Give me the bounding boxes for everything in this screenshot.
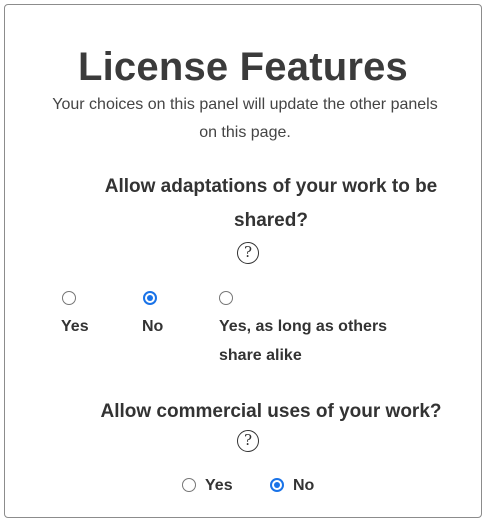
adaptations-share-alike-radio[interactable]	[219, 291, 233, 305]
commercial-yes-radio[interactable]	[182, 478, 196, 492]
panel-subtitle: Your choices on this panel will update t…	[52, 96, 438, 141]
adaptations-no-label[interactable]: No	[142, 312, 163, 341]
commercial-help-icon[interactable]: ?	[237, 430, 259, 452]
commercial-question: Allow commercial uses of your work?	[100, 401, 442, 422]
adaptations-yes-label[interactable]: Yes	[61, 312, 89, 341]
commercial-no-label[interactable]: No	[293, 471, 314, 500]
panel-title: License Features	[77, 45, 409, 89]
adaptations-share-alike-label[interactable]: Yes, as long as others share alike	[219, 312, 419, 370]
adaptations-yes-radio[interactable]	[62, 291, 76, 305]
adaptations-no-radio[interactable]	[143, 291, 157, 305]
adaptations-question: Allow adaptations of your work to be sha…	[104, 176, 438, 231]
license-features-panel: License Features Your choices on this pa…	[4, 4, 482, 518]
commercial-yes-label[interactable]: Yes	[205, 471, 233, 500]
commercial-no-radio[interactable]	[270, 478, 284, 492]
adaptations-help-icon[interactable]: ?	[237, 242, 259, 264]
